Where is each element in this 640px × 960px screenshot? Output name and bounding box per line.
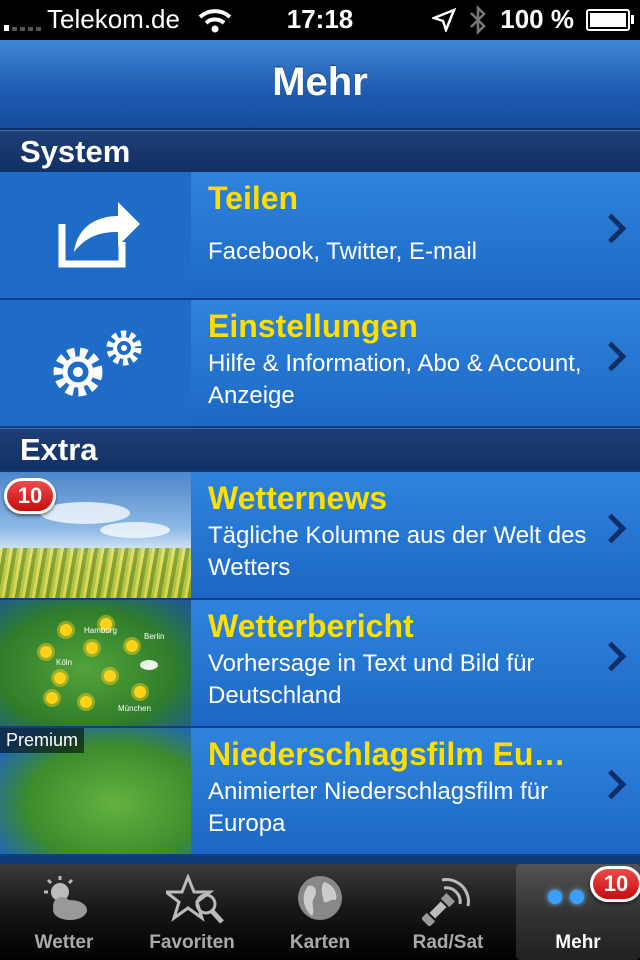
tab-mehr[interactable]: 10 Mehr [516,864,640,960]
city-label: Hamburg [84,626,117,635]
globe-icon [298,876,342,920]
row-title: Wetterbericht [208,608,414,644]
row-subtitle: Animierter Niederschlagsfilm für Europa [208,778,549,837]
gears-icon [53,330,142,397]
satellite-icon [422,878,470,926]
sun-cloud-icon [44,876,87,920]
tab-label: Rad/Sat [412,932,484,953]
row-subtitle: Vorhersage in Text und Bild für Deutschl… [208,650,535,709]
chevron-right-icon [596,213,627,244]
premium-tag: Premium [0,728,85,753]
row-wetterbericht[interactable]: Hamburg Berlin Köln München Wetterberich… [0,600,640,728]
row-teilen[interactable]: Teilen Facebook, Twitter, E-mail [0,172,640,300]
status-right: 100 % [432,4,634,35]
tab-karten[interactable]: Karten [256,864,384,960]
tab-label: Mehr [555,932,601,953]
row-wetternews[interactable]: 10 Wetternews Tägliche Kolumne aus der W… [0,472,640,600]
row-subtitle: Tägliche Kolumne aus der Welt des Wetter… [208,522,587,581]
status-bar: Telekom.de 17:18 100 % [0,0,640,40]
europe-map-image: Premium [0,728,191,854]
battery-icon [586,8,634,31]
battery-percent: 100 % [500,4,574,34]
section-header-extra: Extra [0,428,640,470]
row-title: Teilen [208,180,299,216]
tab-label: Karten [289,932,351,953]
germany-weather-map-image: Hamburg Berlin Köln München [0,600,191,726]
tab-label: Favoriten [149,932,235,953]
row-subtitle: Facebook, Twitter, E-mail [208,238,477,265]
tab-wetter[interactable]: Wetter [0,864,128,960]
city-label: Berlin [144,632,165,641]
row-einstellungen[interactable]: Einstellungen Hilfe & Information, Abo &… [0,300,640,428]
row-title: Wetternews [208,480,388,516]
city-label: Köln [56,658,73,667]
page-title: Mehr [272,60,368,104]
tab-bar: Wetter Favoriten Karten Rad/Sat 10 Mehr [0,864,640,960]
location-arrow-icon [432,7,457,32]
chevron-right-icon [596,641,627,672]
tab-rad-sat[interactable]: Rad/Sat [384,864,512,960]
tab-favoriten[interactable]: Favoriten [128,864,256,960]
navigation-bar: Mehr [0,40,640,130]
section-title: System [20,134,131,169]
bluetooth-icon [470,4,487,35]
chevron-right-icon [596,341,627,372]
row-niederschlagsfilm[interactable]: Premium Niederschlagsfilm Eu… Animierter… [0,728,640,856]
section-title: Extra [20,432,98,467]
row-subtitle: Hilfe & Information, Abo & Account, Anze… [208,350,582,409]
notification-badge: 10 [590,866,640,902]
share-icon [58,202,140,268]
section-header-system: System [0,130,640,172]
notification-badge: 10 [4,478,56,514]
row-title: Einstellungen [208,308,418,344]
city-label: München [118,704,151,713]
row-title: Niederschlagsfilm Eu… [208,736,566,772]
tab-label: Wetter [34,932,94,953]
chevron-right-icon [596,513,627,544]
star-search-icon [166,874,224,924]
settings-thumb [0,300,191,426]
share-thumb [0,172,191,298]
more-dots-icon [548,890,562,904]
chevron-right-icon [596,769,627,800]
